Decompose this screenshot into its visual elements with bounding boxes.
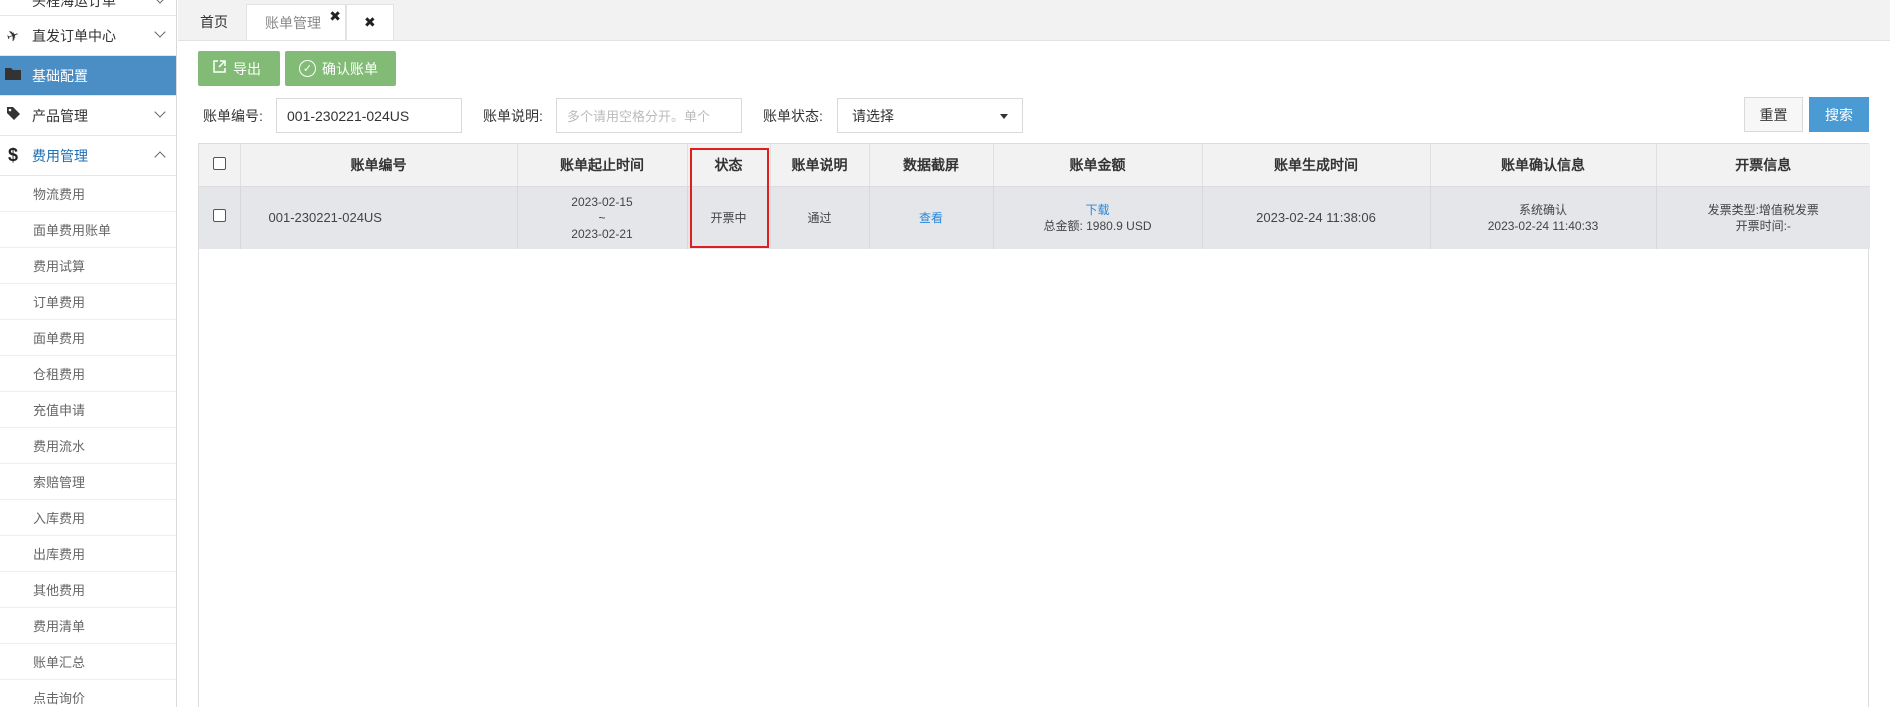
- column-header: 账单金额: [993, 144, 1203, 187]
- row-select-cell: [199, 186, 241, 249]
- created-time-cell: 2023-02-24 11:38:06: [1202, 186, 1431, 249]
- confirm-by: 系统确认: [1518, 202, 1567, 217]
- submenu-item[interactable]: 出库费用: [0, 536, 176, 572]
- bill-status-select[interactable]: 请选择: [837, 98, 1023, 133]
- dollar-icon: $: [7, 145, 18, 165]
- sidebar-item-fees[interactable]: $ 费用管理: [0, 136, 176, 176]
- export-button[interactable]: 导出: [198, 51, 280, 86]
- chevron-down-icon: [154, 106, 166, 118]
- confirm-label: 确认账单: [322, 60, 378, 77]
- sidebar-item-label: 产品管理: [32, 107, 88, 124]
- column-header: 开票信息: [1656, 144, 1870, 187]
- table-header-row: 账单编号 账单起止时间 状态 账单说明 数据截屏 账单金额 账单生成时间 账单确…: [199, 144, 1870, 187]
- tag-icon: [3, 106, 23, 125]
- column-header: 账单起止时间: [517, 144, 688, 187]
- confirm-bill-button[interactable]: ✓ 确认账单: [285, 51, 396, 86]
- submenu-item[interactable]: 费用流水: [0, 428, 176, 464]
- submenu-item[interactable]: 费用清单: [0, 608, 176, 644]
- submenu-item[interactable]: 费用试算: [0, 248, 176, 284]
- tab-bar: 首页 账单管理 ✖ ✖: [178, 0, 1890, 41]
- close-icon: ✖: [364, 14, 376, 30]
- table-row: 001-230221-024US 2023-02-15 ~ 2023-02-21…: [199, 186, 1870, 249]
- bill-desc-input[interactable]: 多个请用空格分开。单个: [556, 98, 742, 133]
- submenu-item[interactable]: 充值申请: [0, 392, 176, 428]
- period-start: 2023-02-15: [571, 194, 633, 209]
- status-cell: 开票中: [687, 186, 771, 249]
- view-screenshot-link[interactable]: 查看: [919, 211, 943, 225]
- submenu-item[interactable]: 入库费用: [0, 500, 176, 536]
- desc-cell: 通过: [770, 186, 870, 249]
- submenu-item[interactable]: 物流费用: [0, 176, 176, 212]
- tab-bill-management[interactable]: 账单管理 ✖: [246, 4, 346, 40]
- caret-down-icon: [1000, 114, 1008, 119]
- folder-icon: [3, 67, 23, 84]
- column-header: 账单说明: [770, 144, 870, 187]
- confirm-time: 2023-02-24 11:40:33: [1487, 218, 1599, 233]
- download-link[interactable]: 下载: [994, 202, 1202, 218]
- period-end: 2023-02-21: [571, 226, 633, 241]
- sidebar-item-direct-orders[interactable]: ✈ 直发订单中心: [0, 16, 176, 56]
- row-checkbox[interactable]: [212, 209, 226, 223]
- export-icon: [212, 59, 227, 78]
- sidebar-item-label: 直发订单中心: [32, 27, 116, 44]
- submenu-item[interactable]: 面单费用账单: [0, 212, 176, 248]
- column-header: 状态: [687, 144, 771, 187]
- screenshot-cell: 查看: [869, 186, 994, 249]
- airplane-icon: ✈: [4, 25, 22, 47]
- reset-button[interactable]: 重置: [1744, 97, 1803, 132]
- column-header: 账单确认信息: [1430, 144, 1657, 187]
- submenu-item[interactable]: 点击询价: [0, 680, 176, 707]
- check-circle-icon: ✓: [299, 60, 316, 77]
- bill-no-input[interactable]: 001-230221-024US: [276, 98, 462, 133]
- bill-table: 账单编号 账单起止时间 状态 账单说明 数据截屏 账单金额 账单生成时间 账单确…: [198, 143, 1870, 707]
- chevron-down-icon: [154, 26, 166, 38]
- select-all-cell: [199, 144, 241, 187]
- bill-period-cell: 2023-02-15 ~ 2023-02-21: [517, 186, 688, 249]
- bill-desc-label: 账单说明:: [483, 108, 543, 124]
- tab-label: 账单管理: [265, 14, 321, 31]
- sidebar-item-basic-config[interactable]: 基础配置: [0, 56, 176, 96]
- bill-status-label: 账单状态:: [763, 108, 823, 124]
- sidebar-item-products[interactable]: 产品管理: [0, 96, 176, 136]
- tab-label: 首页: [200, 14, 228, 30]
- submenu-item[interactable]: 索赔管理: [0, 464, 176, 500]
- sidebar-item-label: 基础配置: [32, 67, 88, 84]
- submenu-item[interactable]: 订单费用: [0, 284, 176, 320]
- tab-home[interactable]: 首页: [182, 4, 246, 40]
- period-tilde: ~: [598, 210, 606, 225]
- bill-no-label: 账单编号:: [203, 108, 263, 124]
- sidebar-item-label: 头程海运订单: [32, 0, 116, 9]
- invoice-time: 开票时间:-: [1735, 218, 1791, 233]
- invoice-info-cell: 发票类型:增值税发票 开票时间:-: [1656, 186, 1870, 249]
- submenu-item[interactable]: 其他费用: [0, 572, 176, 608]
- search-button[interactable]: 搜索: [1809, 97, 1869, 132]
- submenu-item[interactable]: 面单费用: [0, 320, 176, 356]
- column-header: 账单生成时间: [1202, 144, 1431, 187]
- bill-status-value: 请选择: [852, 107, 894, 124]
- total-amount: 总金额: 1980.9 USD: [1043, 218, 1152, 233]
- submenu-item[interactable]: 账单汇总: [0, 644, 176, 680]
- column-header: 数据截屏: [869, 144, 994, 187]
- amount-cell: 下载 总金额: 1980.9 USD: [993, 186, 1203, 249]
- sidebar-item-label: 费用管理: [32, 147, 88, 164]
- bill-no-cell: 001-230221-024US: [240, 186, 518, 249]
- close-icon[interactable]: ✖: [329, 8, 341, 25]
- export-label: 导出: [233, 60, 261, 77]
- chevron-down-icon: [154, 0, 166, 4]
- column-header: 账单编号: [240, 144, 518, 187]
- chevron-up-icon: [154, 151, 166, 163]
- select-all-checkbox[interactable]: [212, 156, 226, 170]
- sidebar: 头程海运订单 ✈ 直发订单中心 基础配置 产品管理 $ 费用管理 物流费用 面单…: [0, 0, 177, 707]
- invoice-type: 发票类型:增值税发票: [1707, 202, 1819, 217]
- confirm-info-cell: 系统确认 2023-02-24 11:40:33: [1430, 186, 1657, 249]
- submenu-item[interactable]: 仓租费用: [0, 356, 176, 392]
- sidebar-item-sea-orders[interactable]: 头程海运订单: [0, 0, 176, 16]
- close-all-tabs-button[interactable]: ✖: [346, 4, 394, 40]
